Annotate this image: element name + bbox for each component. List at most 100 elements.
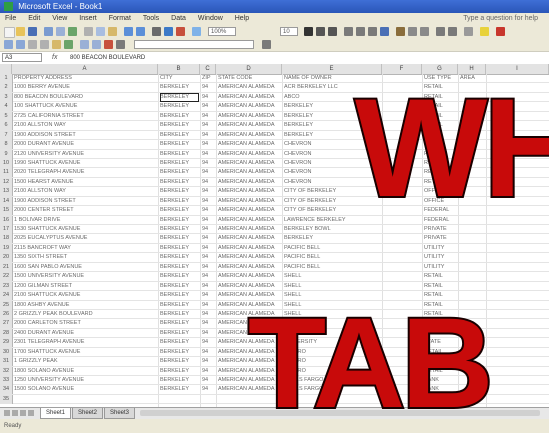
cell[interactable]	[460, 244, 485, 253]
cell[interactable]: 94	[202, 150, 215, 159]
column-header-b[interactable]: B	[158, 64, 200, 74]
cell[interactable]: AMERICAN ALAMEDA	[218, 140, 281, 149]
cell[interactable]: UTILITY	[424, 263, 457, 272]
cell[interactable]: AMERICAN ALAMEDA	[218, 263, 281, 272]
cell[interactable]: UTILITY	[424, 244, 457, 253]
cell[interactable]: 1800 SOLANO AVENUE	[14, 367, 157, 376]
sort-descending-icon[interactable]	[176, 27, 185, 36]
cell[interactable]	[488, 291, 548, 300]
row-header[interactable]: 19	[0, 243, 13, 253]
cell[interactable]: 94	[202, 338, 215, 347]
cell[interactable]: 1500 UNIVERSITY AVENUE	[14, 272, 157, 281]
row-header[interactable]: 14	[0, 196, 13, 206]
row-header[interactable]: 26	[0, 309, 13, 319]
tab-sheet3[interactable]: Sheet3	[104, 408, 136, 419]
row-header[interactable]: 31	[0, 357, 13, 367]
cell[interactable]: PROPERTY ADDRESS	[14, 74, 157, 83]
merge-center-icon[interactable]	[380, 27, 389, 36]
cell[interactable]: BERKELEY	[160, 206, 199, 215]
cell[interactable]: 94	[202, 319, 215, 328]
cell[interactable]: BERKELEY	[160, 121, 199, 130]
cell[interactable]: BERKELEY	[160, 150, 199, 159]
cell[interactable]	[488, 244, 548, 253]
cell[interactable]: STATE CODE	[218, 74, 281, 83]
align-center-icon[interactable]	[356, 27, 365, 36]
cell[interactable]: AMERICAN ALAMEDA	[218, 131, 281, 140]
cell[interactable]	[460, 263, 485, 272]
cell[interactable]: AMERICAN ALAMEDA	[218, 102, 281, 111]
cell[interactable]: 94	[202, 225, 215, 234]
italic-icon[interactable]	[316, 27, 325, 36]
row-header[interactable]: 25	[0, 300, 13, 310]
row-header[interactable]: 35	[0, 394, 13, 404]
cell[interactable]: AMERICAN ALAMEDA	[218, 282, 281, 291]
cell[interactable]: 94	[202, 140, 215, 149]
cell[interactable]: 94	[202, 131, 215, 140]
cell[interactable]: 1350 SIXTH STREET	[14, 253, 157, 262]
cell[interactable]: BERKELEY	[160, 272, 199, 281]
cell[interactable]: BERKELEY	[160, 216, 199, 225]
reply-changes-box[interactable]	[134, 40, 254, 49]
cell[interactable]: 1000 BERRY AVENUE	[14, 83, 157, 92]
cell[interactable]: AMERICAN ALAMEDA	[218, 206, 281, 215]
prev-sheet-icon[interactable]	[12, 410, 18, 416]
cell[interactable]: 2115 BANCROFT WAY	[14, 244, 157, 253]
cell[interactable]: BERKELEY	[160, 329, 199, 338]
name-box[interactable]: A3	[2, 53, 42, 62]
cell[interactable]: BERKELEY	[160, 168, 199, 177]
cell[interactable]	[488, 376, 548, 385]
review-icon-4[interactable]	[40, 40, 49, 49]
review-icon-9[interactable]	[104, 40, 113, 49]
row-header[interactable]: 15	[0, 206, 13, 216]
cell[interactable]	[460, 234, 485, 243]
cell[interactable]	[488, 329, 548, 338]
cell[interactable]: BERKELEY	[160, 348, 199, 357]
cell[interactable]: AMERICAN ALAMEDA	[218, 93, 281, 102]
cell[interactable]: 2000 CARLETON STREET	[14, 319, 157, 328]
cell[interactable]: 94	[202, 272, 215, 281]
paste-icon[interactable]	[108, 27, 117, 36]
cell[interactable]: BERKELEY	[160, 159, 199, 168]
cell[interactable]	[160, 395, 199, 404]
cell[interactable]: AMERICAN ALAMEDA	[218, 216, 281, 225]
row-header[interactable]: 24	[0, 291, 13, 301]
cell[interactable]: PRIVATE	[424, 234, 457, 243]
cell[interactable]: 2301 TELEGRAPH AVENUE	[14, 338, 157, 347]
review-icon-6[interactable]	[64, 40, 73, 49]
review-icon-5[interactable]	[52, 40, 61, 49]
cell[interactable]	[384, 282, 421, 291]
cell[interactable]: 94	[202, 357, 215, 366]
row-header[interactable]: 1	[0, 74, 13, 83]
cell[interactable]: 2 GRIZZLY PEAK BOULEVARD	[14, 310, 157, 319]
save-icon[interactable]	[28, 27, 37, 36]
cell[interactable]: 1600 SAN PABLO AVENUE	[14, 263, 157, 272]
select-all-corner[interactable]	[0, 64, 12, 74]
review-icon-2[interactable]	[16, 40, 25, 49]
cell[interactable]: BERKELEY	[160, 140, 199, 149]
cell[interactable]: 1900 ADDISON STREET	[14, 197, 157, 206]
cell[interactable]	[384, 272, 421, 281]
increase-indent-icon[interactable]	[448, 27, 457, 36]
cell[interactable]: BERKELEY	[160, 385, 199, 394]
row-header[interactable]: 12	[0, 177, 13, 187]
row-header[interactable]: 11	[0, 168, 13, 178]
cell[interactable]	[488, 348, 548, 357]
cell[interactable]: CITY	[160, 74, 199, 83]
comma-icon[interactable]	[420, 27, 429, 36]
cell[interactable]: 94	[202, 93, 215, 102]
help-question-box[interactable]: Type a question for help	[463, 13, 538, 25]
cell[interactable]: 1990 SHATTUCK AVENUE	[14, 159, 157, 168]
cell[interactable]: 94	[202, 329, 215, 338]
menu-insert[interactable]: Insert	[79, 15, 97, 22]
review-icon-7[interactable]	[80, 40, 89, 49]
cell[interactable]	[384, 263, 421, 272]
cell[interactable]: 2025 EUCALYPTUS AVENUE	[14, 234, 157, 243]
bold-icon[interactable]	[304, 27, 313, 36]
row-header[interactable]: 10	[0, 158, 13, 168]
cell[interactable]: UTILITY	[424, 253, 457, 262]
cell[interactable]: BERKELEY	[160, 197, 199, 206]
cell[interactable]: 1500 HEARST AVENUE	[14, 178, 157, 187]
cell[interactable]: 94	[202, 291, 215, 300]
menu-edit[interactable]: Edit	[28, 15, 40, 22]
next-sheet-icon[interactable]	[20, 410, 26, 416]
